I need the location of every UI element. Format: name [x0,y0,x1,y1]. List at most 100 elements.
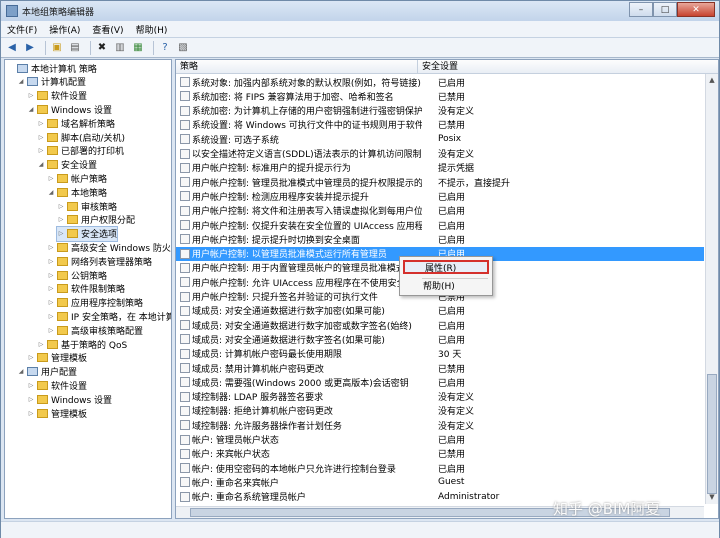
tree-node[interactable]: ▷ 域名解析策略 [37,116,115,130]
tree-node[interactable]: ◢ 安全设置 [37,158,97,172]
tree-node[interactable]: ▷ 脚本(启动/关机) [37,130,125,144]
tree-node[interactable]: ▷ 基于策略的 QoS [37,337,127,351]
maximize-button[interactable]: □ [653,2,677,17]
policy-row[interactable]: 帐户: 来宾帐户状态 已禁用 [176,447,704,461]
expanded-arrow-icon[interactable]: ◢ [27,106,35,113]
help-icon[interactable]: ? [158,41,172,55]
tree-node[interactable]: ▷ 用户权限分配 [57,213,135,227]
scroll-up-icon[interactable]: ▲ [706,74,718,87]
collapsed-arrow-icon[interactable]: ▷ [27,354,35,361]
policy-row[interactable]: 帐户: 使用空密码的本地帐户只允许进行控制台登录 已启用 [176,461,704,475]
forward-icon[interactable]: ▶ [23,41,37,55]
column-setting[interactable]: 安全设置 [418,60,458,74]
policy-row[interactable]: 域成员: 禁用计算机帐户密码更改 已禁用 [176,361,704,375]
collapsed-arrow-icon[interactable]: ▷ [27,382,35,389]
tree-node[interactable]: ▷ 安全选项 [55,225,119,242]
expanded-arrow-icon[interactable]: ◢ [37,161,45,168]
policy-row[interactable]: 以安全描述符定义语言(SDDL)语法表示的计算机访问限制 没有定义 [176,147,704,161]
policy-row[interactable]: 系统对象: 加强内部系统对象的默认权限(例如，符号链接) 已启用 [176,75,704,89]
properties-icon[interactable]: ▥ [113,41,127,55]
tree-node[interactable]: ◢ 用户配置 [17,365,77,379]
collapsed-arrow-icon[interactable]: ▷ [47,285,55,292]
collapsed-arrow-icon[interactable]: ▷ [57,216,65,223]
collapsed-arrow-icon[interactable]: ▷ [27,410,35,417]
tree-node[interactable]: ▷ 已部署的打印机 [37,144,124,158]
collapsed-arrow-icon[interactable]: ▷ [37,120,45,127]
collapsed-arrow-icon[interactable]: ▷ [47,313,55,320]
back-icon[interactable]: ◀ [5,41,19,55]
tree-node[interactable]: ▷ 帐户策略 [47,171,107,185]
policy-row[interactable]: 域成员: 对安全通道数据进行数字签名(如果可能) 已启用 [176,332,704,346]
minimize-button[interactable]: – [629,2,653,17]
menu-file[interactable]: 文件(F) [1,23,43,36]
collapsed-arrow-icon[interactable]: ▷ [47,272,55,279]
policy-row[interactable]: 帐户: 重命名来宾帐户 Guest [176,475,704,489]
context-menu-properties[interactable]: 属性(R) [403,260,489,274]
collapsed-arrow-icon[interactable]: ▷ [37,147,45,154]
policy-row[interactable]: 用户帐户控制: 提示提升时切换到安全桌面 已启用 [176,232,704,246]
vertical-scrollbar[interactable]: ▲ ▼ [705,74,718,504]
collapsed-arrow-icon[interactable]: ▷ [27,92,35,99]
expanded-arrow-icon[interactable]: ◢ [17,78,25,85]
collapsed-arrow-icon[interactable]: ▷ [37,341,45,348]
tree-node[interactable]: ▷ 公钥策略 [47,268,107,282]
policy-row[interactable]: 域成员: 对安全通道数据进行数字加密或数字签名(始终) 已启用 [176,318,704,332]
policy-row[interactable]: 用户帐户控制: 检测应用程序安装并提示提升 已启用 [176,189,704,203]
policy-row[interactable]: 帐户: 管理员帐户状态 已启用 [176,433,704,447]
collapsed-arrow-icon[interactable]: ▷ [37,134,45,141]
tree-node[interactable]: ▷ IP 安全策略，在 本地计算机 [47,309,171,323]
policy-row[interactable]: 域控制器: 拒绝计算机帐户密码更改 没有定义 [176,404,704,418]
tree-node[interactable]: ▷ Windows 设置 [27,392,112,406]
tree-node[interactable]: ◢ Windows 设置 [27,102,112,116]
collapsed-arrow-icon[interactable]: ▷ [27,396,35,403]
collapsed-arrow-icon[interactable]: ▷ [47,327,55,334]
close-button[interactable]: ✕ [677,2,715,17]
context-menu-help[interactable]: 帮助(H) [403,280,489,294]
tree-node[interactable]: ▷ 软件限制策略 [47,282,125,296]
tree-node[interactable]: ▷ 管理模板 [27,351,87,365]
policy-row[interactable]: 用户帐户控制: 仅提升安装在安全位置的 UIAccess 应用程序 已启用 [176,218,704,232]
tree-node[interactable]: ◢ 本地策略 [47,185,107,199]
menu-action[interactable]: 操作(A) [43,23,86,36]
policy-row[interactable]: 用户帐户控制: 管理员批准模式中管理员的提升权限提示的... 不提示，直接提升 [176,175,704,189]
policy-row[interactable]: 系统加密: 为计算机上存储的用户密钥强制进行强密钥保护 没有定义 [176,104,704,118]
expanded-arrow-icon[interactable]: ◢ [47,189,55,196]
show-tree-icon[interactable]: ▤ [68,41,82,55]
scroll-down-icon[interactable]: ▼ [706,491,718,504]
tree-node[interactable]: ▷ 审核策略 [57,199,117,213]
tree-node[interactable]: ▷ 软件设置 [27,378,87,392]
tree-node[interactable]: ▷ 软件设置 [27,89,87,103]
policy-row[interactable]: 域成员: 计算机帐户密码最长使用期限 30 天 [176,347,704,361]
tree-node[interactable]: ▷ 应用程序控制策略 [47,296,143,310]
policy-row[interactable]: 域控制器: LDAP 服务器签名要求 没有定义 [176,390,704,404]
column-policy[interactable]: 策略 [176,60,418,74]
collapsed-arrow-icon[interactable]: ▷ [57,230,65,237]
policy-row[interactable]: 域成员: 需要强(Windows 2000 或更高版本)会话密钥 已启用 [176,375,704,389]
collapsed-arrow-icon[interactable]: ▷ [47,244,55,251]
policy-row[interactable]: 系统加密: 将 FIPS 兼容算法用于加密、哈希和签名 已禁用 [176,89,704,103]
policy-row[interactable]: 系统设置: 可选子系统 Posix [176,132,704,146]
delete-icon[interactable]: ✖ [95,41,109,55]
policy-row[interactable]: 域成员: 对安全通道数据进行数字加密(如果可能) 已启用 [176,304,704,318]
tree-node[interactable]: ▷ 高级安全 Windows 防火墙 [47,240,171,254]
tree-node[interactable]: 本地计算机 策略 [7,61,97,75]
policy-row[interactable]: 用户帐户控制: 将文件和注册表写入错误虚拟化到每用户位置 已启用 [176,204,704,218]
tree-node[interactable]: ▷ 高级审核策略配置 [47,323,143,337]
collapsed-arrow-icon[interactable]: ▷ [47,258,55,265]
up-folder-icon[interactable]: ▣ [50,41,64,55]
menu-help[interactable]: 帮助(H) [130,23,174,36]
collapsed-arrow-icon[interactable]: ▷ [57,203,65,210]
policy-row[interactable]: 用户帐户控制: 标准用户的提升提示行为 提示凭据 [176,161,704,175]
collapsed-arrow-icon[interactable]: ▷ [47,175,55,182]
tree-node[interactable]: ◢ 计算机配置 [17,75,86,89]
tree-node[interactable]: ▷ 管理模板 [27,406,87,420]
policy-row[interactable]: 域控制器: 允许服务器操作者计划任务 没有定义 [176,418,704,432]
expanded-arrow-icon[interactable]: ◢ [17,368,25,375]
scroll-thumb[interactable] [707,374,717,494]
collapsed-arrow-icon[interactable]: ▷ [47,299,55,306]
tree-node[interactable]: ▷ 网络列表管理器策略 [47,254,152,268]
export-icon[interactable]: ▦ [131,41,145,55]
filter-icon[interactable]: ▧ [176,41,190,55]
policy-row[interactable]: 系统设置: 将 Windows 可执行文件中的证书规则用于软件... 已禁用 [176,118,704,132]
menu-view[interactable]: 查看(V) [86,23,129,36]
